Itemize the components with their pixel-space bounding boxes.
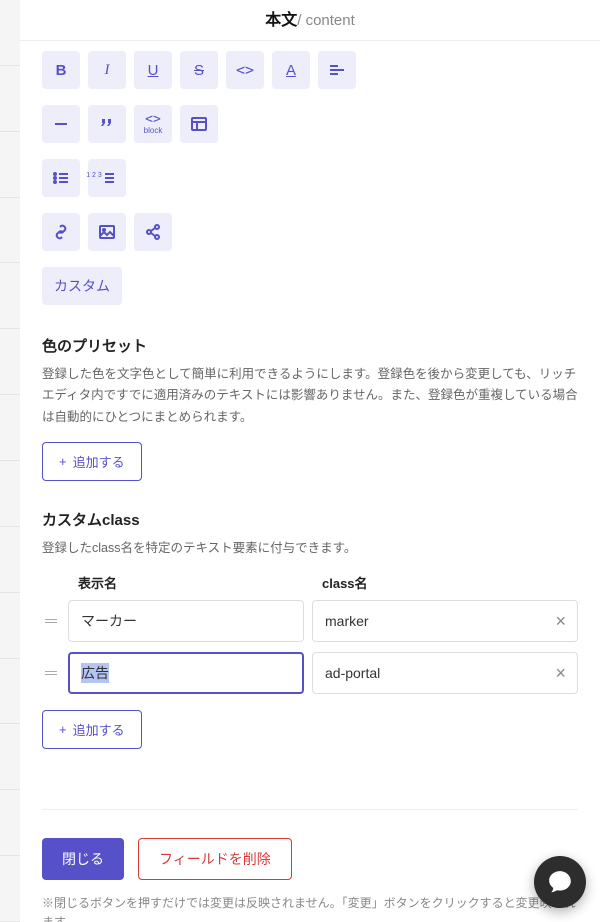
modal-subtitle: / content — [297, 12, 355, 29]
custom-button[interactable]: カスタム — [42, 267, 122, 305]
ordered-list-button[interactable]: 1 2 3 — [88, 159, 126, 197]
image-button[interactable] — [88, 213, 126, 251]
modal-body: B I U S <> A <>block — [20, 41, 600, 922]
drag-handle-icon[interactable] — [42, 619, 60, 623]
chat-icon — [547, 869, 573, 895]
text-color-button[interactable]: A — [272, 51, 310, 89]
bullet-list-button[interactable] — [42, 159, 80, 197]
color-preset-desc: 登録した色を文字色として簡単に利用できるようにします。登録色を後から変更しても、… — [42, 364, 578, 428]
image-icon — [98, 223, 116, 241]
plus-icon: + — [59, 454, 67, 469]
footer-buttons: 閉じる フィールドを削除 — [42, 838, 578, 880]
modal-header: 本文/ content — [20, 0, 600, 41]
close-button[interactable]: 閉じる — [42, 838, 124, 880]
align-button[interactable] — [318, 51, 356, 89]
modal-title: 本文 — [265, 12, 297, 29]
strikethrough-button[interactable]: S — [180, 51, 218, 89]
custom-class-title: カスタムclass — [42, 509, 578, 530]
table-icon — [190, 115, 208, 133]
class-name-input[interactable] — [312, 600, 578, 642]
custom-class-desc: 登録したclass名を特定のテキスト要素に付与できます。 — [42, 538, 578, 559]
align-left-icon — [328, 61, 346, 79]
footer-note: ※閉じるボタンを押すだけでは変更は反映されません。「変更」ボタンをクリックすると… — [42, 894, 578, 922]
minus-icon — [52, 115, 70, 133]
code-block-button[interactable]: <>block — [134, 105, 172, 143]
link-button[interactable] — [42, 213, 80, 251]
col-display-name: 表示名 — [78, 573, 322, 592]
bold-button[interactable]: B — [42, 51, 80, 89]
horizontal-rule-button[interactable] — [42, 105, 80, 143]
add-custom-class-button[interactable]: + 追加する — [42, 710, 142, 749]
code-button[interactable]: <> — [226, 51, 264, 89]
display-name-input[interactable] — [68, 600, 304, 642]
color-preset-section: 色のプリセット 登録した色を文字色として簡単に利用できるようにします。登録色を後… — [42, 335, 578, 481]
col-class-name: class名 — [322, 573, 578, 592]
bullet-list-icon — [52, 169, 70, 187]
link-icon — [52, 223, 70, 241]
class-name-input[interactable] — [312, 652, 578, 694]
color-preset-title: 色のプリセット — [42, 335, 578, 356]
table-button[interactable] — [180, 105, 218, 143]
share-button[interactable] — [134, 213, 172, 251]
plus-icon: + — [59, 722, 67, 737]
clear-button[interactable]: × — [551, 607, 570, 636]
divider — [42, 809, 578, 810]
underline-button[interactable]: U — [134, 51, 172, 89]
custom-class-section: カスタムclass 登録したclass名を特定のテキスト要素に付与できます。 表… — [42, 509, 578, 749]
clear-button[interactable]: × — [551, 659, 570, 688]
table-row: × — [42, 652, 578, 694]
chat-widget-button[interactable] — [534, 856, 586, 908]
italic-button[interactable]: I — [88, 51, 126, 89]
share-icon — [144, 223, 162, 241]
add-color-preset-button[interactable]: + 追加する — [42, 442, 142, 481]
field-settings-modal: 本文/ content B I U S <> A <>block — [20, 0, 600, 922]
rich-text-toolbar: B I U S <> A <>block — [42, 51, 578, 305]
table-row: × — [42, 600, 578, 642]
quote-icon — [98, 115, 116, 133]
drag-handle-icon[interactable] — [42, 671, 60, 675]
blockquote-button[interactable] — [88, 105, 126, 143]
table-header: 表示名 class名 — [42, 573, 578, 592]
delete-field-button[interactable]: フィールドを削除 — [138, 838, 292, 880]
display-name-input[interactable] — [68, 652, 304, 694]
